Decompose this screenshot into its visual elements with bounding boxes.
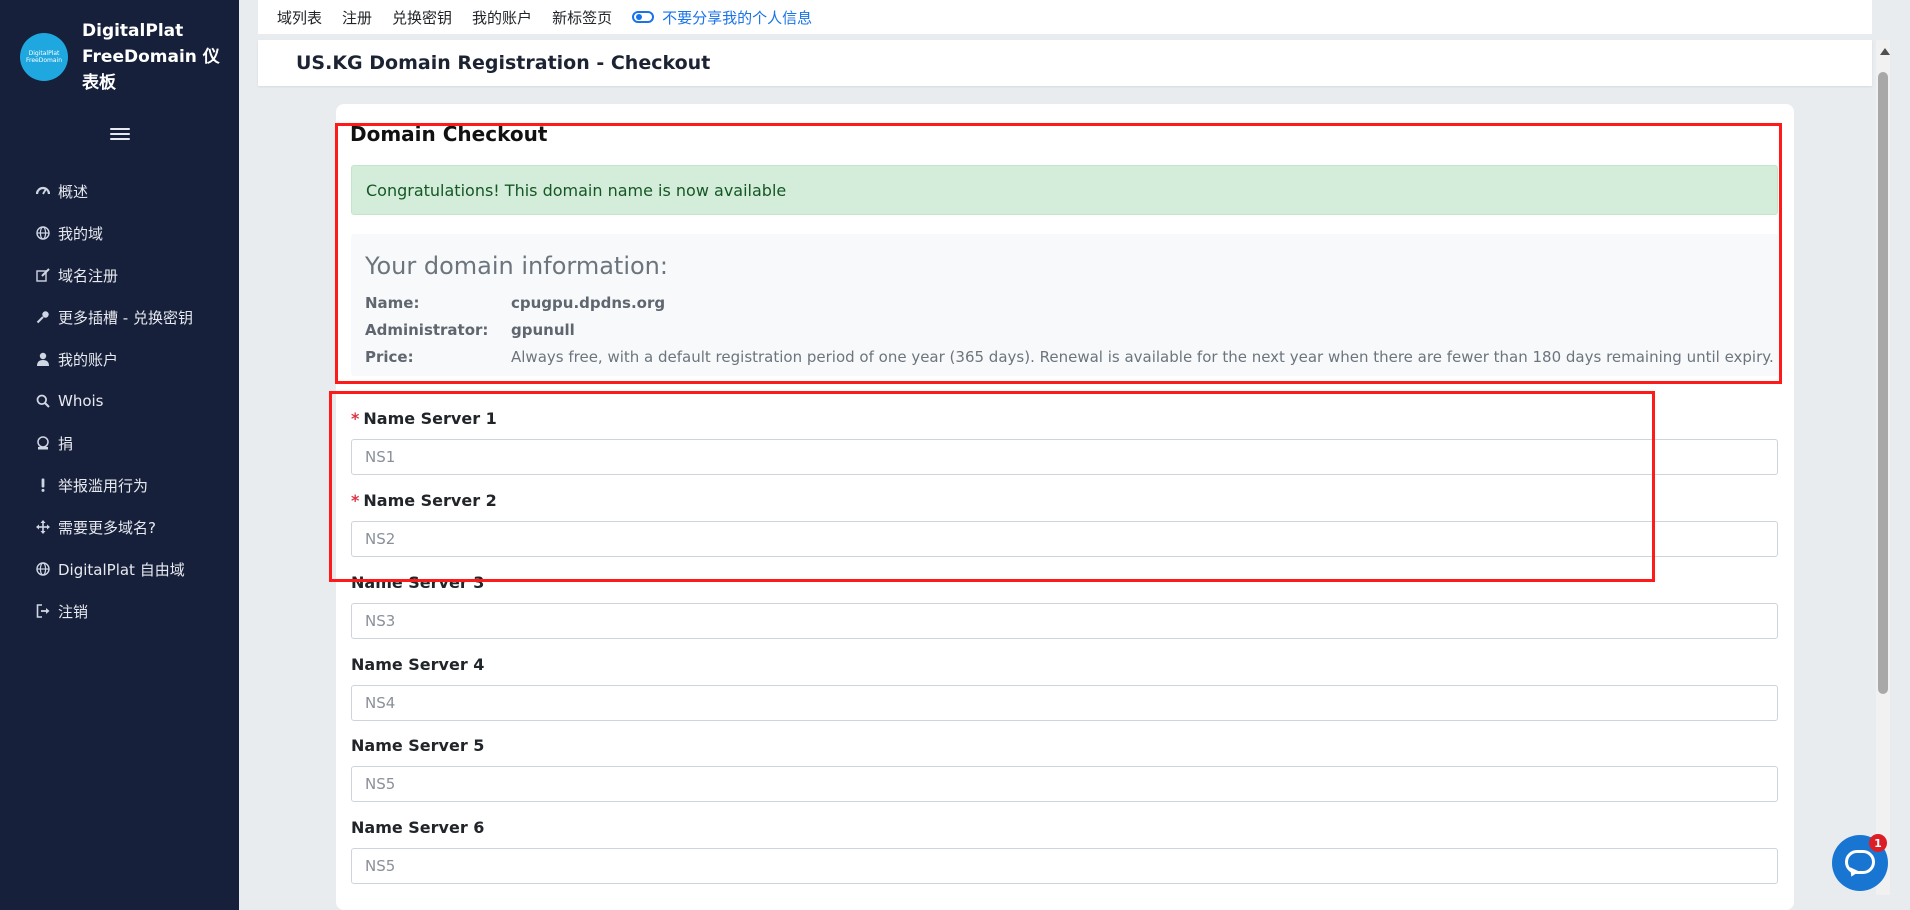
sidebar-item-my-domains[interactable]: 我的域 bbox=[0, 212, 239, 254]
key-icon bbox=[34, 310, 52, 324]
sidebar-nav: 概述 我的域 域名注册 更多插槽 - 兑换密钥 我的账户 Whois 捐 举报滥… bbox=[0, 170, 239, 632]
ns1-input[interactable] bbox=[351, 439, 1778, 475]
top-link-new-tab[interactable]: 新标签页 bbox=[552, 7, 612, 28]
sidebar-item-whois[interactable]: Whois bbox=[0, 380, 239, 422]
checkout-title: Domain Checkout bbox=[350, 122, 548, 146]
domain-info-heading: Your domain information: bbox=[365, 252, 668, 280]
top-link-redeem-key[interactable]: 兑换密钥 bbox=[392, 7, 452, 28]
sidebar-item-redeem-key[interactable]: 更多插槽 - 兑换密钥 bbox=[0, 296, 239, 338]
edit-icon bbox=[34, 268, 52, 282]
ns4-input[interactable] bbox=[351, 685, 1778, 721]
ns4-label: Name Server 4 bbox=[351, 655, 485, 674]
exclamation-icon bbox=[34, 478, 52, 492]
sidebar-item-digitalplat-free-domain[interactable]: DigitalPlat 自由域 bbox=[0, 548, 239, 590]
globe-icon bbox=[34, 226, 52, 240]
search-icon bbox=[34, 394, 52, 408]
availability-alert: Congratulations! This domain name is now… bbox=[351, 165, 1778, 215]
ns2-input[interactable] bbox=[351, 521, 1778, 557]
brand[interactable]: DigitalPlat FreeDomain DigitalPlat FreeD… bbox=[0, 0, 239, 100]
ns5-label: Name Server 5 bbox=[351, 736, 485, 755]
ns3-label: Name Server 3 bbox=[351, 573, 485, 592]
ns2-label: * Name Server 2 bbox=[351, 491, 497, 510]
sidebar-item-my-account[interactable]: 我的账户 bbox=[0, 338, 239, 380]
sidebar-item-logout[interactable]: 注销 bbox=[0, 590, 239, 632]
sidebar-item-donate[interactable]: 捐 bbox=[0, 422, 239, 464]
user-icon bbox=[34, 352, 52, 366]
arrows-icon bbox=[34, 520, 52, 534]
top-link-register[interactable]: 注册 bbox=[342, 7, 372, 28]
brand-logo: DigitalPlat FreeDomain bbox=[20, 33, 68, 81]
price-value: Always free, with a default registration… bbox=[511, 348, 1774, 366]
ns3-input[interactable] bbox=[351, 603, 1778, 639]
sidebar-item-report-abuse[interactable]: 举报滥用行为 bbox=[0, 464, 239, 506]
ns1-label: * Name Server 1 bbox=[351, 409, 497, 428]
sidebar-item-more-domains[interactable]: 需要更多域名? bbox=[0, 506, 239, 548]
domain-name-value: cpugpu.dpdns.org bbox=[511, 294, 666, 312]
logout-icon bbox=[34, 604, 52, 618]
donate-icon bbox=[34, 436, 52, 450]
administrator-row: Administrator: gpunull bbox=[365, 321, 575, 339]
globe-icon bbox=[34, 562, 52, 576]
price-row: Price: Always free, with a default regis… bbox=[365, 348, 1774, 366]
domain-name-row: Name: cpugpu.dpdns.org bbox=[365, 294, 666, 312]
privacy-opt-out-link[interactable]: 不要分享我的个人信息 bbox=[632, 7, 812, 28]
ns6-input[interactable] bbox=[351, 848, 1778, 884]
brand-title: DigitalPlat FreeDomain 仪表板 bbox=[82, 21, 220, 93]
chat-notification-badge: 1 bbox=[1869, 834, 1887, 852]
ns6-label: Name Server 6 bbox=[351, 818, 485, 837]
menu-toggle-icon[interactable] bbox=[110, 125, 130, 143]
scroll-up-arrow-icon[interactable] bbox=[1880, 48, 1890, 55]
sidebar-item-register-domain[interactable]: 域名注册 bbox=[0, 254, 239, 296]
sidebar-item-overview[interactable]: 概述 bbox=[0, 170, 239, 212]
top-nav-bar: 域列表 注册 兑换密钥 我的账户 新标签页 不要分享我的个人信息 bbox=[258, 0, 1872, 34]
dashboard-icon bbox=[34, 184, 52, 198]
sidebar: DigitalPlat FreeDomain DigitalPlat FreeD… bbox=[0, 0, 239, 910]
top-link-domain-list[interactable]: 域列表 bbox=[277, 7, 322, 28]
top-link-my-account[interactable]: 我的账户 bbox=[472, 7, 532, 28]
toggle-icon bbox=[632, 11, 655, 23]
domain-info-panel: Your domain information: Name: cpugpu.dp… bbox=[351, 234, 1778, 376]
ns5-input[interactable] bbox=[351, 766, 1778, 802]
page-title: US.KG Domain Registration - Checkout bbox=[258, 40, 1872, 86]
administrator-value: gpunull bbox=[511, 321, 575, 339]
scrollbar-thumb[interactable] bbox=[1878, 72, 1888, 694]
